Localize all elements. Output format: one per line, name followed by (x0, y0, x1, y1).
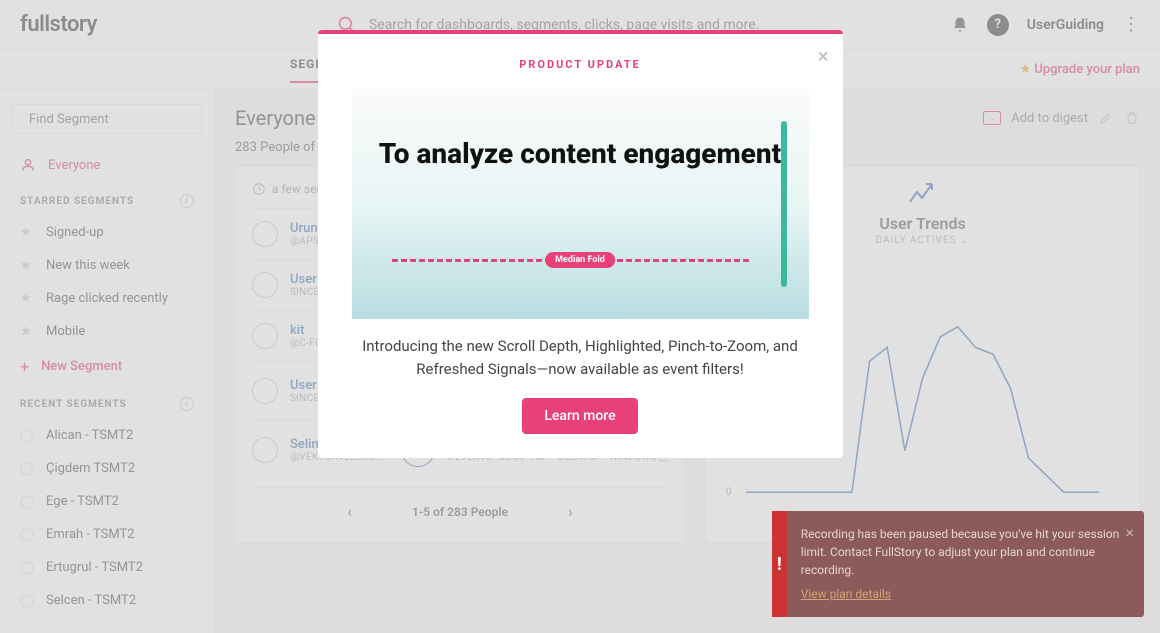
learn-more-button[interactable]: Learn more (522, 398, 637, 434)
product-update-modal: × PRODUCT UPDATE To analyze content enga… (318, 30, 843, 458)
warning-icon: ! (772, 511, 787, 617)
warning-toast: ! Recording has been paused because you'… (772, 511, 1144, 617)
toast-link[interactable]: View plan details (801, 585, 1130, 603)
toast-text: Recording has been paused because you've… (801, 527, 1120, 577)
median-fold-pill: Median Fold (545, 252, 615, 268)
close-icon[interactable]: × (1125, 521, 1134, 545)
close-icon[interactable]: × (818, 44, 829, 68)
modal-image-title: To analyze content engagement (352, 137, 809, 170)
modal-text: Introducing the new Scroll Depth, Highli… (342, 335, 819, 380)
modal-badge: PRODUCT UPDATE (342, 58, 819, 71)
modal-image: To analyze content engagement Median Fol… (352, 89, 809, 319)
scroll-bar-graphic (781, 121, 787, 287)
